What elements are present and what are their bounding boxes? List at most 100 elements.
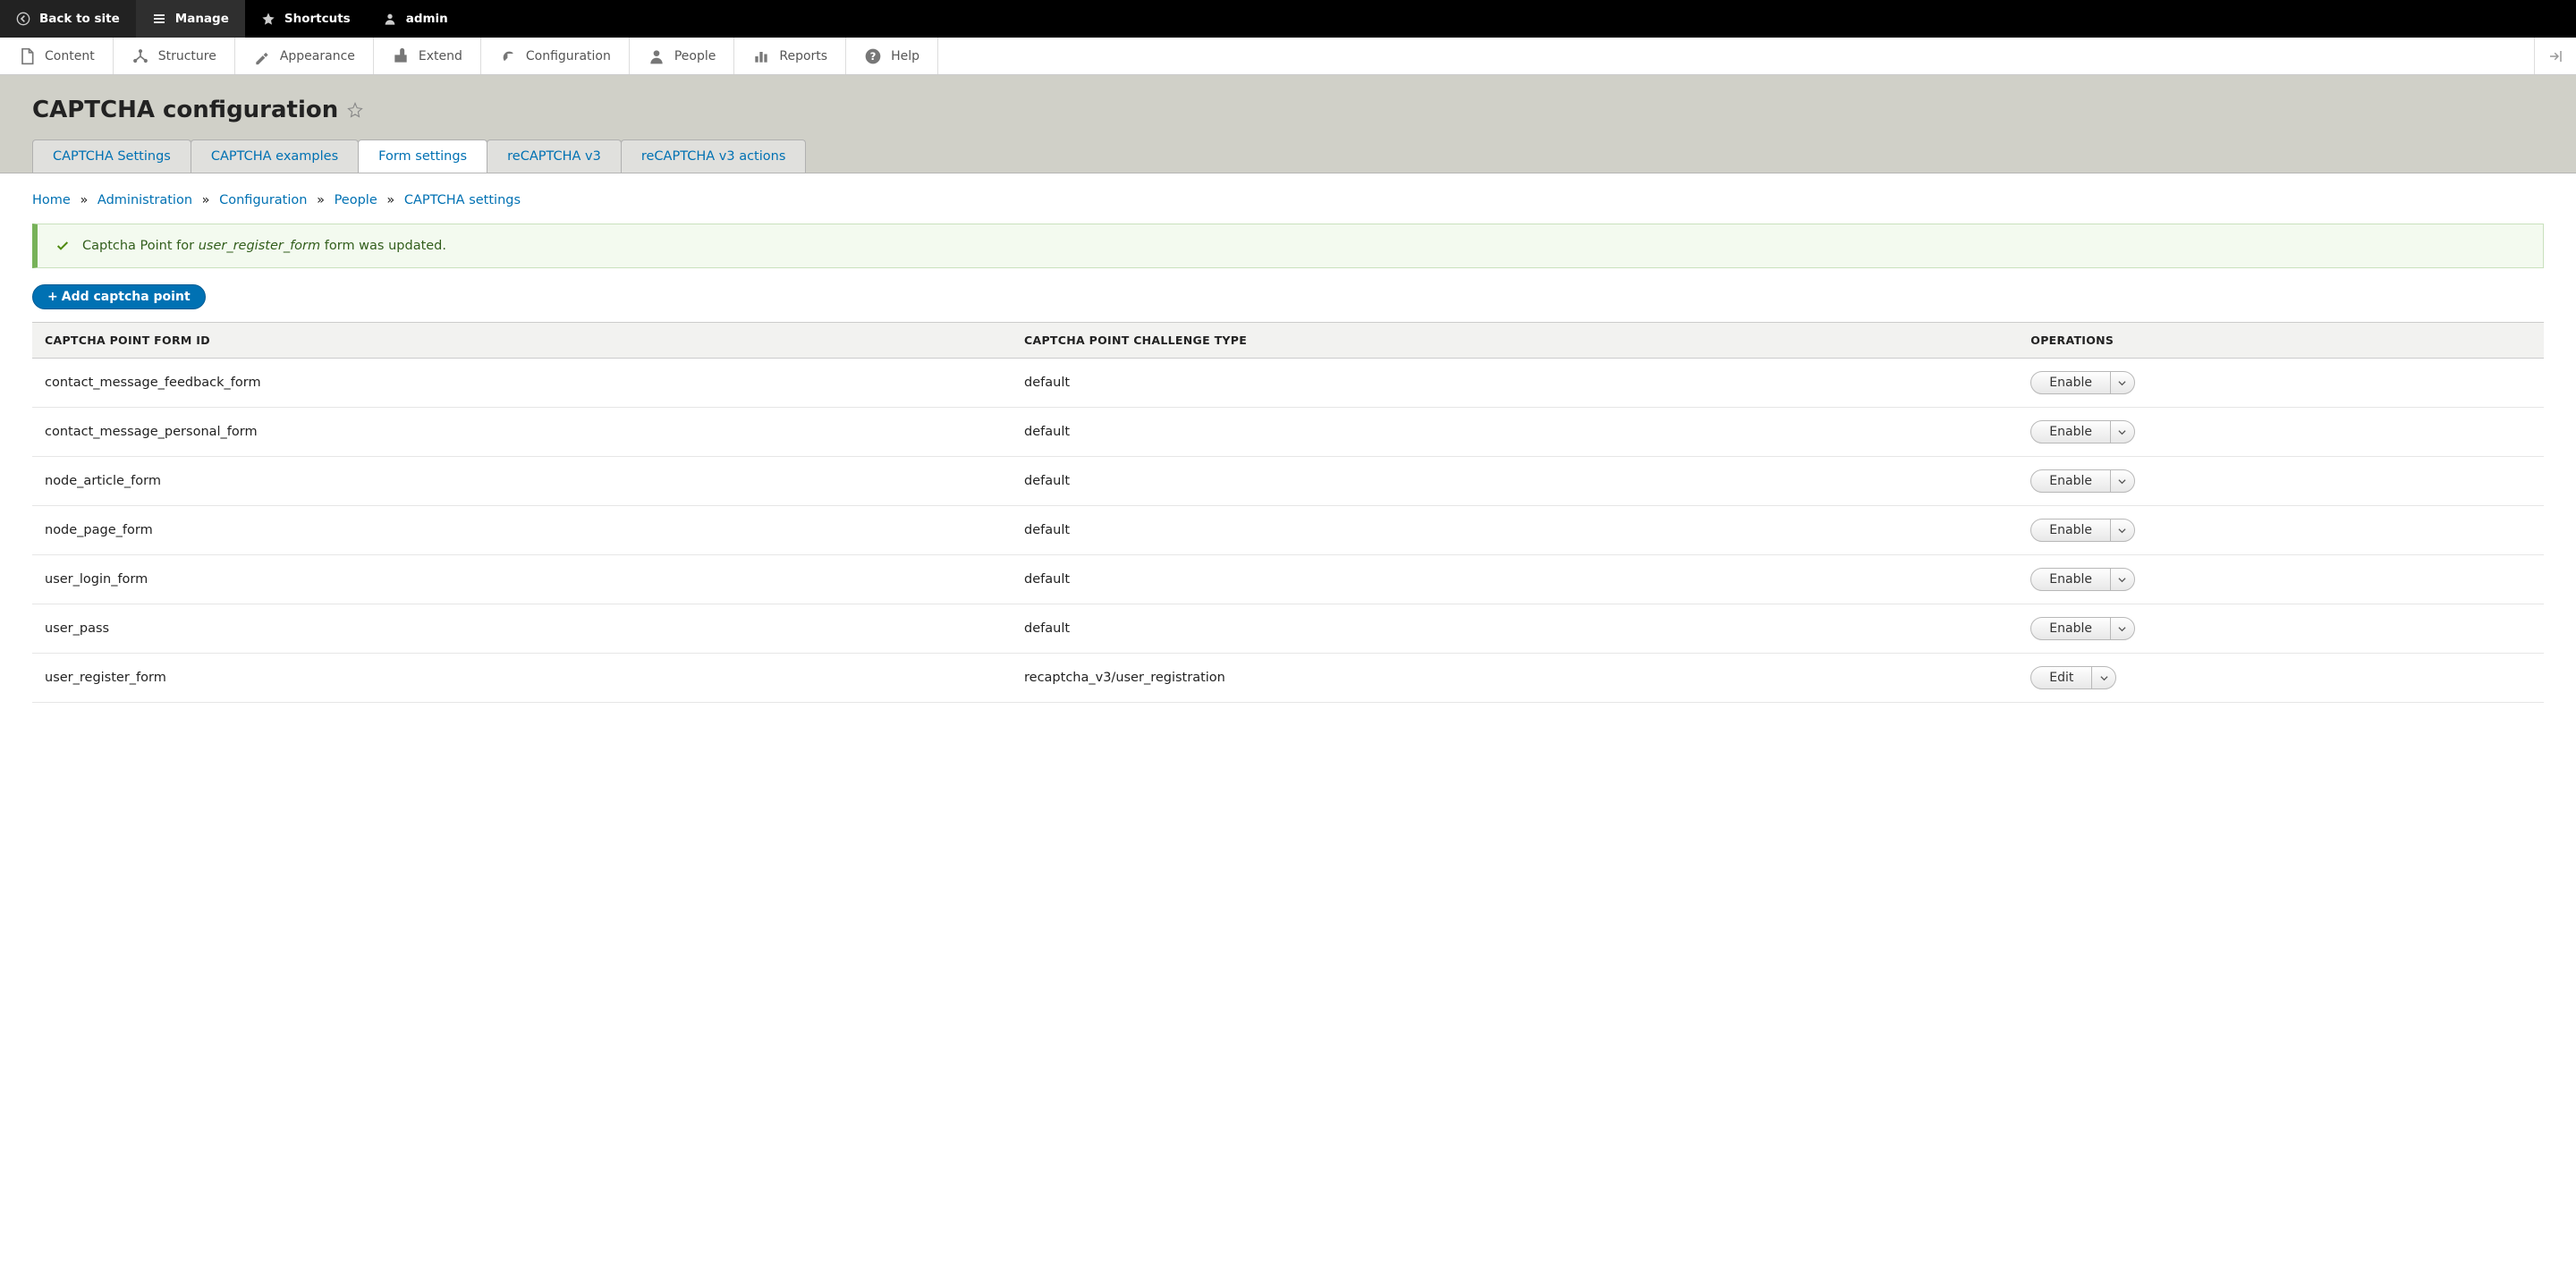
nav-structure-label: Structure [158, 49, 216, 63]
breadcrumb-configuration[interactable]: Configuration [219, 193, 307, 207]
nav-people[interactable]: People [630, 38, 735, 74]
content-region: Home » Administration » Configuration » … [0, 173, 2576, 722]
cell-operations: Edit [2018, 654, 2544, 703]
chevron-down-icon [2118, 625, 2126, 633]
help-icon: ? [864, 47, 882, 65]
enable-button[interactable]: Enable [2031, 372, 2111, 393]
operations-toggle[interactable] [2111, 470, 2134, 492]
cell-operations: Enable [2018, 457, 2544, 506]
enable-button[interactable]: Enable [2031, 569, 2111, 590]
breadcrumb-sep: » [202, 193, 210, 207]
cell-challenge-type: default [1012, 457, 2018, 506]
back-arrow-icon [16, 12, 30, 26]
nav-people-label: People [674, 49, 716, 63]
star-icon [261, 12, 275, 26]
breadcrumb-people[interactable]: People [335, 193, 377, 207]
cell-form-id: node_page_form [32, 506, 1012, 555]
breadcrumb-home[interactable]: Home [32, 193, 71, 207]
user-menu-button[interactable]: admin [367, 0, 464, 38]
cell-form-id: contact_message_personal_form [32, 408, 1012, 457]
nav-appearance[interactable]: Appearance [235, 38, 374, 74]
cell-challenge-type: default [1012, 604, 2018, 654]
operations-toggle[interactable] [2111, 372, 2134, 393]
table-row: node_page_formdefaultEnable [32, 506, 2544, 555]
add-captcha-point-button[interactable]: + Add captcha point [32, 284, 206, 309]
tab-recaptcha-v3[interactable]: reCAPTCHA v3 [487, 139, 622, 173]
plus-icon: + [47, 290, 58, 304]
table-row: user_login_formdefault Enable [32, 555, 2544, 604]
check-icon [55, 239, 70, 253]
shortcuts-button[interactable]: Shortcuts [245, 0, 367, 38]
nav-configuration[interactable]: Configuration [481, 38, 630, 74]
operations-dropbutton: Edit [2030, 666, 2116, 689]
page-title: CAPTCHA configuration [32, 97, 2544, 123]
nav-help[interactable]: ? Help [846, 38, 938, 74]
cell-form-id: user_login_form [32, 555, 1012, 604]
people-icon [648, 47, 665, 65]
manage-label: Manage [175, 12, 229, 26]
svg-text:?: ? [870, 50, 877, 63]
operations-toggle[interactable] [2111, 569, 2134, 590]
cell-operations: Enable [2018, 555, 2544, 604]
cell-operations: Enable [2018, 604, 2544, 654]
tab-form-settings[interactable]: Form settings [358, 139, 487, 173]
operations-dropbutton: Enable [2030, 568, 2135, 591]
table-row: contact_message_personal_formdefaultEnab… [32, 408, 2544, 457]
enable-button[interactable]: Enable [2031, 421, 2111, 443]
region-header: CAPTCHA configuration CAPTCHA SettingsCA… [0, 75, 2576, 173]
nav-structure[interactable]: Structure [114, 38, 235, 74]
reports-icon [752, 47, 770, 65]
hamburger-icon [152, 12, 166, 26]
operations-toggle[interactable] [2111, 618, 2134, 639]
nav-content[interactable]: Content [0, 38, 114, 74]
th-form-id: CAPTCHA POINT FORM ID [32, 323, 1012, 359]
cell-form-id: user_register_form [32, 654, 1012, 703]
breadcrumb: Home » Administration » Configuration » … [32, 193, 2544, 207]
breadcrumb-captcha-settings[interactable]: CAPTCHA settings [404, 193, 521, 207]
breadcrumb-sep: » [386, 193, 394, 207]
cell-challenge-type: default [1012, 555, 2018, 604]
captcha-points-table: CAPTCHA POINT FORM ID CAPTCHA POINT CHAL… [32, 322, 2544, 703]
table-row: user_passdefaultEnable [32, 604, 2544, 654]
operations-dropbutton: Enable [2030, 469, 2135, 493]
nav-reports[interactable]: Reports [734, 38, 846, 74]
chevron-down-icon [2118, 379, 2126, 387]
th-operations: OPERATIONS [2018, 323, 2544, 359]
nav-reports-label: Reports [779, 49, 827, 63]
configuration-icon [499, 47, 517, 65]
operations-dropbutton: Enable [2030, 617, 2135, 640]
tab-recaptcha-v3-actions[interactable]: reCAPTCHA v3 actions [621, 139, 807, 173]
tab-captcha-examples[interactable]: CAPTCHA examples [191, 139, 359, 173]
breadcrumb-administration[interactable]: Administration [97, 193, 192, 207]
operations-toggle[interactable] [2111, 421, 2134, 443]
structure-icon [131, 47, 149, 65]
toolbar-admin: Content Structure Appearance Extend Conf… [0, 38, 2576, 75]
nav-help-label: Help [891, 49, 919, 63]
enable-button[interactable]: Enable [2031, 470, 2111, 492]
back-to-site-button[interactable]: Back to site [0, 0, 136, 38]
enable-button[interactable]: Enable [2031, 618, 2111, 639]
favorite-star-icon[interactable] [347, 102, 363, 118]
back-to-site-label: Back to site [39, 12, 120, 26]
toolbar-collapse-button[interactable] [2534, 38, 2576, 74]
table-row: contact_message_feedback_formdefaultEnab… [32, 359, 2544, 408]
nav-extend-label: Extend [419, 49, 462, 63]
chevron-down-icon [2118, 527, 2126, 535]
operations-dropbutton: Enable [2030, 519, 2135, 542]
edit-button[interactable]: Edit [2031, 667, 2092, 688]
status-message: Captcha Point for user_register_form for… [32, 224, 2544, 268]
enable-button[interactable]: Enable [2031, 520, 2111, 541]
operations-toggle[interactable] [2111, 520, 2134, 541]
chevron-down-icon [2100, 674, 2108, 682]
chevron-down-icon [2118, 428, 2126, 436]
nav-extend[interactable]: Extend [374, 38, 481, 74]
operations-toggle[interactable] [2092, 667, 2115, 688]
manage-button[interactable]: Manage [136, 0, 245, 38]
add-button-label: Add captcha point [62, 290, 191, 304]
content-icon [18, 47, 36, 65]
status-text: Captcha Point for user_register_form for… [82, 239, 446, 253]
tab-captcha-settings[interactable]: CAPTCHA Settings [32, 139, 191, 173]
status-prefix: Captcha Point for [82, 239, 199, 253]
tabs: CAPTCHA SettingsCAPTCHA examplesForm set… [32, 139, 2544, 173]
nav-appearance-label: Appearance [280, 49, 355, 63]
